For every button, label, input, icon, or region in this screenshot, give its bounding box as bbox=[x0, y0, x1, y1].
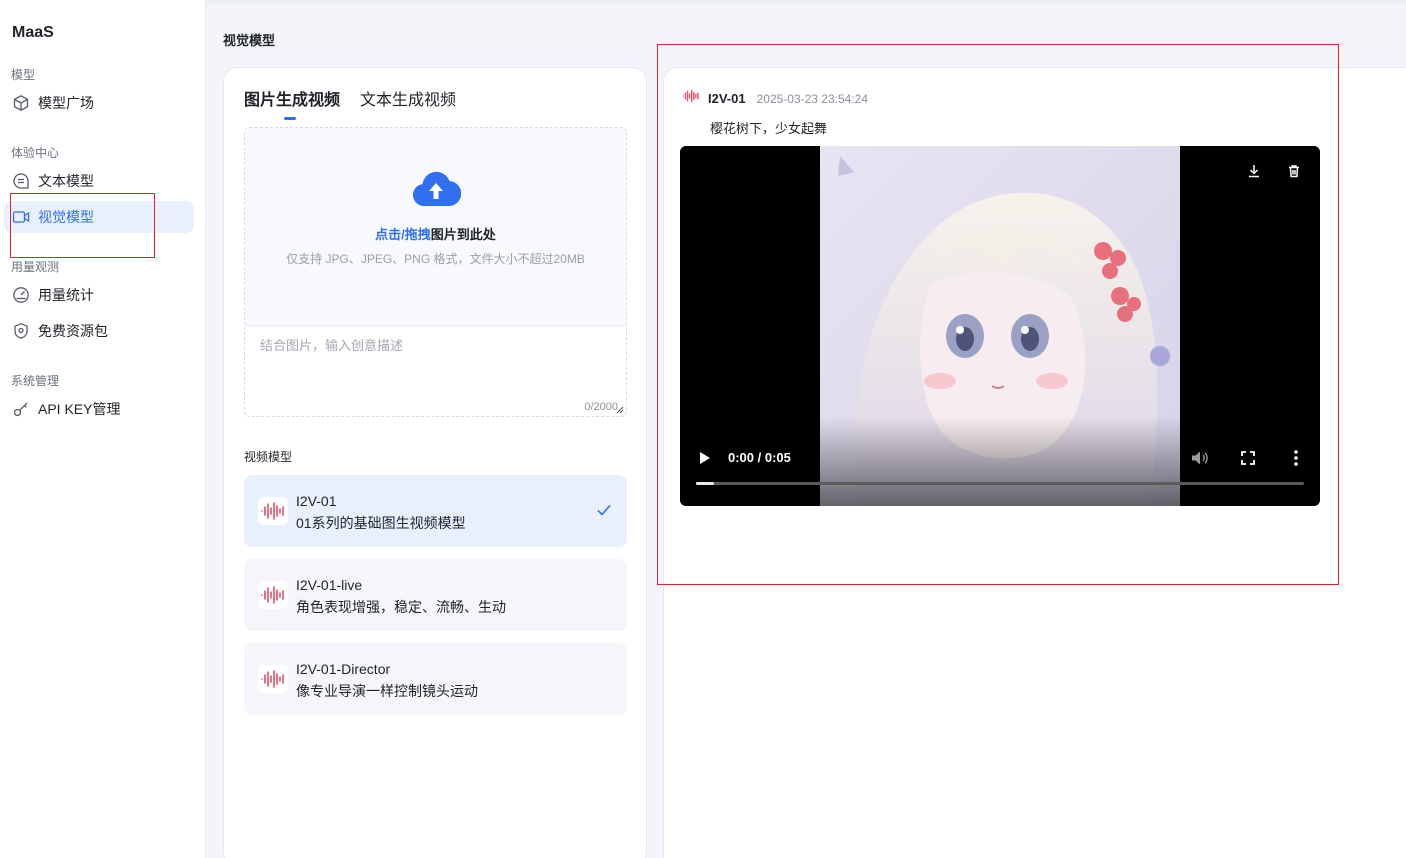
video-model-label: 视频模型 bbox=[244, 450, 293, 464]
model-name: I2V-01 bbox=[296, 493, 337, 509]
check-icon bbox=[597, 503, 611, 521]
sidebar-group-usage: 用量观测 bbox=[11, 260, 60, 274]
waveform-icon bbox=[258, 581, 288, 609]
sidebar-item-usage-stats[interactable]: 用量统计 bbox=[4, 279, 194, 311]
upload-box: 点击/拖拽图片到此处 仅支持 JPG、JPEG、PNG 格式，文件大小不超过20… bbox=[244, 127, 627, 417]
waveform-icon bbox=[258, 497, 288, 525]
video-time: 0:00 / 0:05 bbox=[728, 450, 791, 465]
char-counter: 0/2000 bbox=[584, 401, 618, 413]
upload-hint: 仅支持 JPG、JPEG、PNG 格式，文件大小不超过20MB bbox=[286, 252, 585, 266]
sidebar-item-label: 免费资源包 bbox=[38, 323, 108, 339]
volume-icon[interactable] bbox=[1190, 448, 1210, 468]
sidebar-item-vision-model[interactable]: 视觉模型 bbox=[4, 201, 194, 233]
waveform-icon bbox=[258, 665, 288, 693]
tab-image-to-video[interactable]: 图片生成视频 bbox=[244, 86, 340, 120]
sidebar-group-model: 模型 bbox=[11, 68, 36, 82]
result-prompt: 樱花树下，少女起舞 bbox=[710, 121, 828, 136]
sidebar-item-api-key[interactable]: API KEY管理 bbox=[4, 393, 194, 425]
top-bar bbox=[0, 0, 1406, 7]
upload-link[interactable]: 点击/拖拽 bbox=[375, 227, 431, 242]
sidebar-item-label: API KEY管理 bbox=[38, 401, 121, 417]
delete-icon[interactable] bbox=[1286, 162, 1302, 180]
mode-tabs: 图片生成视频 文本生成视频 bbox=[244, 86, 456, 120]
model-card-i2v-01[interactable]: I2V-01 01系列的基础图生视频模型 bbox=[244, 475, 627, 547]
sidebar-item-text-model[interactable]: 文本模型 bbox=[4, 165, 194, 197]
model-description: 01系列的基础图生视频模型 bbox=[296, 515, 466, 531]
model-description: 角色表现增强，稳定、流畅、生动 bbox=[296, 599, 506, 615]
result-header: I2V-01 2025-03-23 23:54:24 bbox=[682, 88, 868, 109]
model-description: 像专业导演一样控制镜头运动 bbox=[296, 683, 478, 699]
key-icon bbox=[12, 400, 30, 418]
more-options-icon[interactable] bbox=[1286, 448, 1306, 468]
download-icon[interactable] bbox=[1246, 162, 1262, 180]
video-progress-bar[interactable] bbox=[696, 482, 1304, 485]
sidebar-item-model-square[interactable]: 模型广场 bbox=[4, 87, 194, 119]
shield-icon bbox=[12, 322, 30, 340]
page-title: 视觉模型 bbox=[223, 33, 276, 48]
sidebar-item-label: 模型广场 bbox=[38, 95, 94, 111]
sidebar-item-label: 文本模型 bbox=[38, 173, 94, 189]
result-model-name: I2V-01 bbox=[708, 91, 746, 106]
result-timestamp: 2025-03-23 23:54:24 bbox=[756, 91, 869, 106]
sidebar-item-label: 视觉模型 bbox=[38, 209, 94, 225]
model-name: I2V-01-Director bbox=[296, 661, 391, 677]
result-panel: I2V-01 2025-03-23 23:54:24 樱花树下，少女起舞 0:0… bbox=[663, 67, 1406, 858]
gauge-icon bbox=[12, 286, 30, 304]
chat-bubble-icon bbox=[12, 172, 30, 190]
cube-icon bbox=[12, 94, 30, 112]
model-card-i2v-01-director[interactable]: I2V-01-Director 像专业导演一样控制镜头运动 bbox=[244, 643, 627, 715]
cloud-upload-icon bbox=[411, 168, 462, 213]
sidebar-item-free-package[interactable]: 免费资源包 bbox=[4, 315, 194, 347]
fullscreen-icon[interactable] bbox=[1238, 448, 1258, 468]
generation-panel: 图片生成视频 文本生成视频 点击/拖拽图片到此处 仅支持 JPG、JPEG、PN… bbox=[223, 67, 647, 858]
tab-text-to-video[interactable]: 文本生成视频 bbox=[360, 86, 456, 120]
sidebar: MaaS 模型 模型广场 体验中心 文本模型 视觉模型 用量观测 用量统计 免费… bbox=[0, 0, 206, 858]
video-camera-icon bbox=[12, 208, 30, 226]
video-player[interactable]: 0:00 / 0:05 bbox=[680, 146, 1320, 506]
upload-main-text: 图片到此处 bbox=[430, 227, 496, 242]
sidebar-group-experience: 体验中心 bbox=[11, 146, 60, 160]
model-card-i2v-01-live[interactable]: I2V-01-live 角色表现增强，稳定、流畅、生动 bbox=[244, 559, 627, 631]
video-progress-fill bbox=[696, 482, 715, 485]
prompt-input[interactable] bbox=[260, 335, 610, 405]
model-name: I2V-01-live bbox=[296, 577, 363, 593]
waveform-icon bbox=[682, 88, 700, 109]
app-logo[interactable]: MaaS bbox=[12, 24, 54, 42]
upload-instruction: 点击/拖拽图片到此处 bbox=[245, 224, 626, 243]
play-icon[interactable] bbox=[696, 448, 714, 468]
sidebar-item-label: 用量统计 bbox=[38, 287, 94, 303]
video-frame-illustration bbox=[820, 146, 1180, 506]
sidebar-group-system: 系统管理 bbox=[11, 374, 60, 388]
image-upload-dropzone[interactable]: 点击/拖拽图片到此处 仅支持 JPG、JPEG、PNG 格式，文件大小不超过20… bbox=[245, 128, 626, 326]
resize-handle-icon[interactable] bbox=[616, 406, 624, 414]
